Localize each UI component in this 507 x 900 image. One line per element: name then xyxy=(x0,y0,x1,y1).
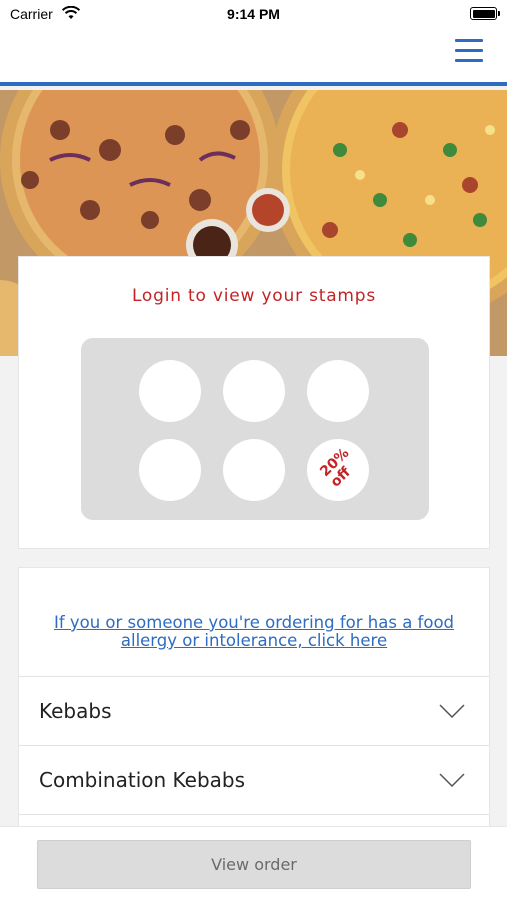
stamp-grid: 20% off xyxy=(81,338,429,520)
bottom-bar: View order xyxy=(0,826,507,900)
clock: 9:14 PM xyxy=(227,6,280,22)
chevron-down-icon xyxy=(439,773,465,787)
allergy-link-line-2: allergy or intolerance, click here xyxy=(120,631,388,650)
stamp-card: Login to view your stamps 20% off xyxy=(18,256,490,549)
stamp-slot xyxy=(223,439,285,501)
stamp-slot xyxy=(139,439,201,501)
view-order-button[interactable]: View order xyxy=(37,840,471,889)
menu-card: If you or someone you're ordering for ha… xyxy=(18,567,490,883)
allergy-link-line-1: If you or someone you're ordering for ha… xyxy=(53,613,455,632)
navbar xyxy=(0,30,507,86)
category-row-kebabs[interactable]: Kebabs xyxy=(19,676,489,745)
category-label: Kebabs xyxy=(39,699,112,723)
category-row-combination-kebabs[interactable]: Combination Kebabs xyxy=(19,745,489,814)
allergy-info-link[interactable]: If you or someone you're ordering for ha… xyxy=(29,614,479,650)
hamburger-menu-icon[interactable] xyxy=(455,39,483,65)
status-bar: Carrier 9:14 PM xyxy=(0,0,507,30)
stamp-slot xyxy=(307,360,369,422)
chevron-down-icon xyxy=(439,704,465,718)
battery-icon xyxy=(470,7,500,20)
reward-stamp: 20% off xyxy=(307,439,369,501)
login-stamps-link[interactable]: Login to view your stamps xyxy=(19,286,489,306)
category-label: Combination Kebabs xyxy=(39,768,246,792)
stamp-slot xyxy=(223,360,285,422)
stamp-slot xyxy=(139,360,201,422)
